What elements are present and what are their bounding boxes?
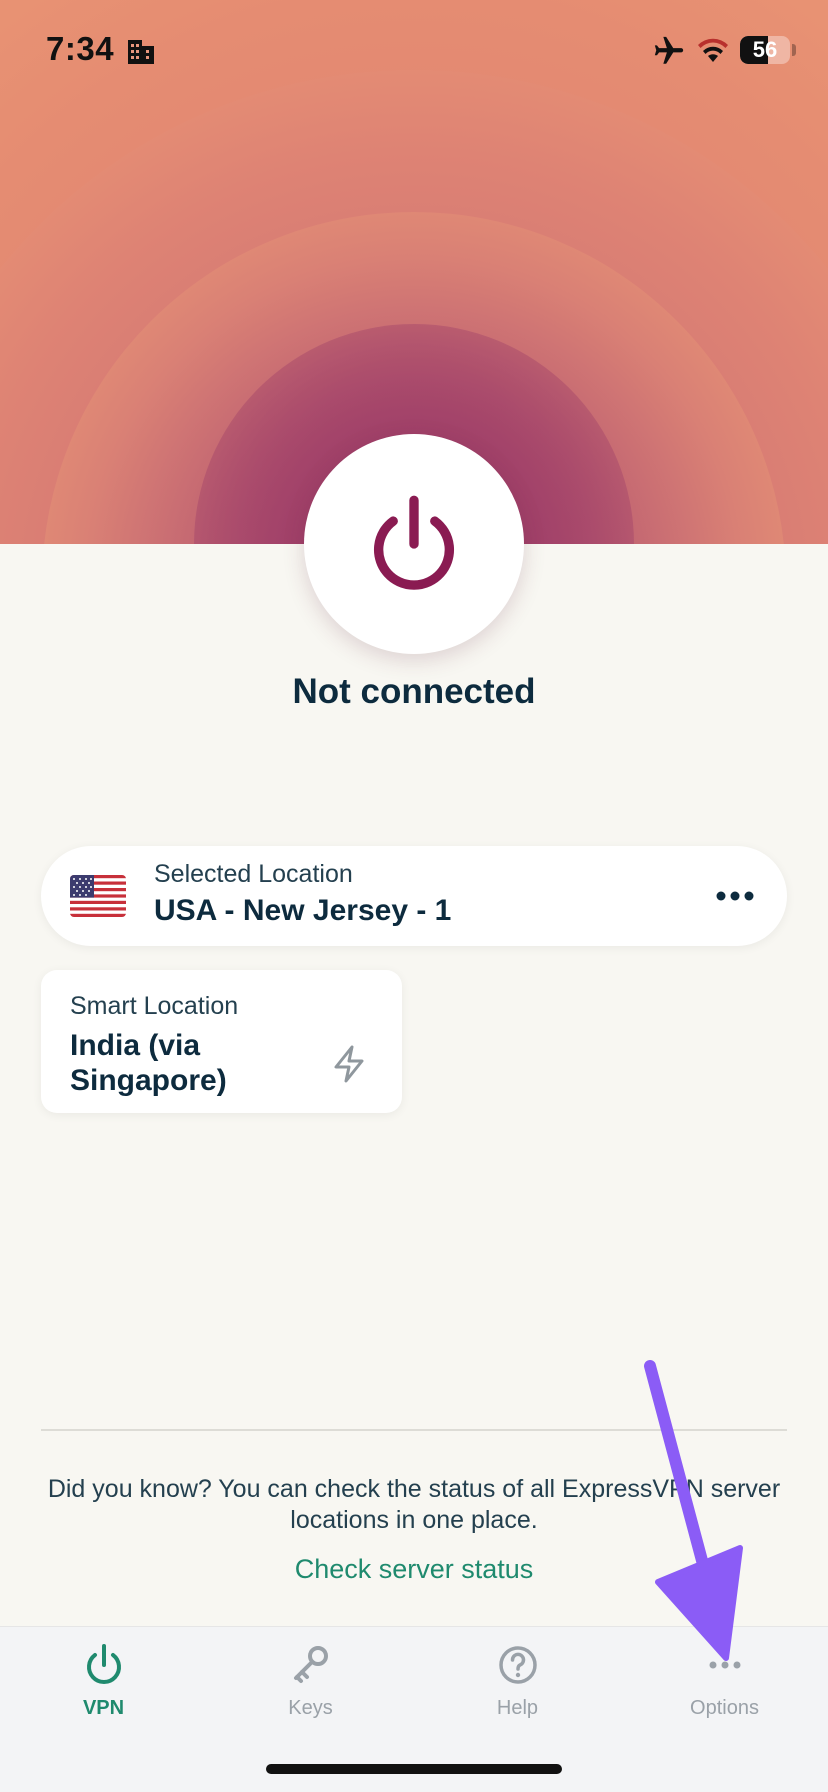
status-bar: 7:34 56 [0,0,828,100]
help-circle-icon [499,1646,537,1684]
selected-location-value: USA - New Jersey - 1 [154,894,452,927]
location-more-button[interactable] [713,878,757,914]
tab-label: Help [496,1697,539,1719]
power-icon [373,495,455,590]
selected-location-card[interactable]: Selected Location USA - New Jersey - 1 [41,846,787,946]
tab-vpn[interactable]: VPN [0,1627,207,1737]
airplane-icon [654,36,684,64]
divider [41,1429,787,1431]
power-button[interactable] [304,434,524,654]
tab-keys[interactable]: Keys [207,1627,414,1737]
selected-location-label: Selected Location [154,860,353,888]
more-horizontal-icon [716,891,754,901]
more-horizontal-icon [709,1661,741,1669]
tab-label: VPN [82,1697,125,1719]
battery-level: 56 [752,37,778,62]
power-icon [87,1644,121,1684]
smart-location-card[interactable]: Smart Location India (via Singapore) [41,970,402,1113]
building-icon [128,40,154,64]
tab-help[interactable]: Help [414,1627,621,1737]
smart-location-value: India (via Singapore) [70,1029,227,1097]
tab-label: Keys [288,1697,333,1719]
vpn-home-screen: 7:34 56 Not connected Selected Location … [0,0,828,1792]
check-server-status-link[interactable]: Check server status [0,1554,828,1585]
tab-options[interactable]: Options [621,1627,828,1737]
tip-text: Did you know? You can check the status o… [47,1475,781,1534]
key-icon [294,1646,328,1683]
home-indicator [266,1764,562,1774]
us-flag-icon [70,875,126,917]
smart-location-label: Smart Location [70,992,239,1020]
tab-label: Options [690,1697,759,1719]
status-time: 7:34 [46,30,115,67]
connection-status: Not connected [292,672,536,711]
lightning-icon [334,1045,364,1083]
wifi-icon [698,38,728,62]
battery-icon: 56 [740,36,790,64]
